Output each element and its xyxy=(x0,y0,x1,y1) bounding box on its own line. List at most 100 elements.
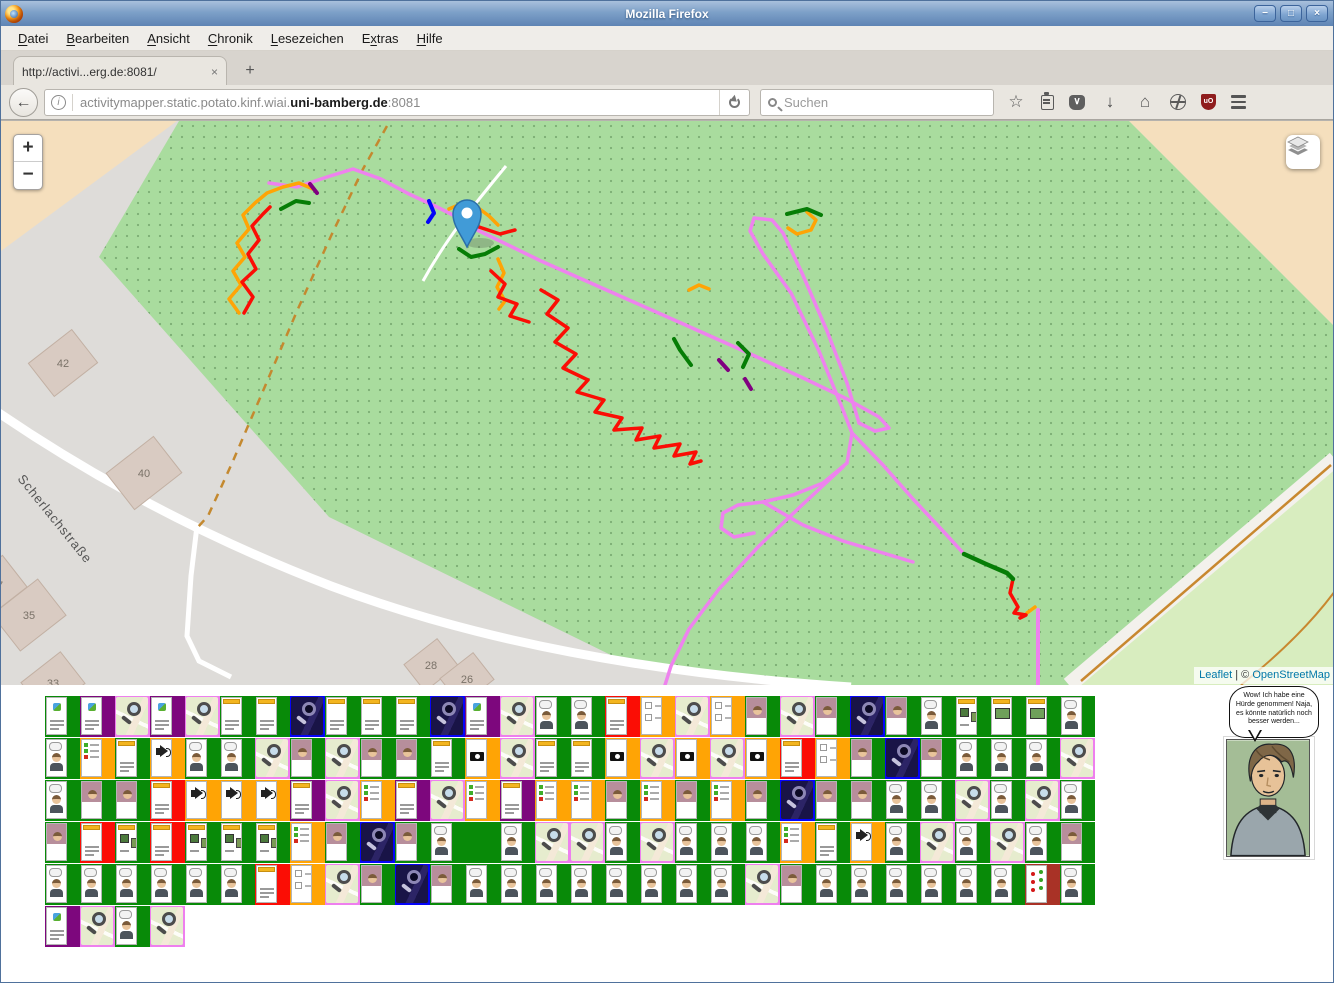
activity-tile-avatar-speech-bubble[interactable] xyxy=(605,864,640,905)
activity-tile-map-magnifier[interactable] xyxy=(570,822,605,863)
search-bar[interactable]: Suchen xyxy=(760,89,994,116)
activity-tile-yellow-header-page[interactable] xyxy=(220,696,255,737)
activity-tile-avatar-speech-bubble[interactable] xyxy=(990,780,1025,821)
activity-tile-form-wireframe[interactable] xyxy=(815,738,850,779)
activity-tile-avatar-speech-bubble[interactable] xyxy=(675,864,710,905)
activity-tile-avatar-speech-bubble[interactable] xyxy=(535,696,570,737)
activity-tile-checklist[interactable] xyxy=(710,780,745,821)
activity-tile-avatar-plain[interactable] xyxy=(290,738,325,779)
activity-tile-avatar-plain[interactable] xyxy=(745,696,780,737)
activity-tile-yellow-header-page[interactable] xyxy=(150,780,185,821)
activity-tile-yellow-header-page[interactable] xyxy=(780,738,815,779)
activity-tile-avatar-plain[interactable] xyxy=(675,780,710,821)
active-tab[interactable]: http://activi...erg.de:8081/ × xyxy=(13,56,227,86)
activity-tile-avatar-plain[interactable] xyxy=(815,780,850,821)
activity-tile-avatar-speech-bubble[interactable] xyxy=(1060,696,1095,737)
menu-extras[interactable]: Extras xyxy=(353,28,408,49)
activity-tile-avatar-plain[interactable] xyxy=(780,864,815,905)
activity-tile-info-page[interactable] xyxy=(150,696,185,737)
activity-tile-avatar-speech-bubble[interactable] xyxy=(815,864,850,905)
activity-tile-map-magnifier[interactable] xyxy=(115,696,150,737)
activity-tile-map-magnifier[interactable] xyxy=(990,822,1025,863)
activity-tile-map-magnifier[interactable] xyxy=(1060,738,1095,779)
activity-tile-avatar-speech-bubble[interactable] xyxy=(885,822,920,863)
activity-tile-photo-page[interactable] xyxy=(220,822,255,863)
activity-tile-avatar-speech-bubble[interactable] xyxy=(990,738,1025,779)
activity-tile-yellow-header-page[interactable] xyxy=(325,696,360,737)
activity-tile-avatar-speech-bubble[interactable] xyxy=(745,822,780,863)
activity-tile-avatar-plain[interactable] xyxy=(45,822,80,863)
activity-tile-avatar-speech-bubble[interactable] xyxy=(185,864,220,905)
activity-tile-photo-page[interactable] xyxy=(115,822,150,863)
activity-tile-map-magnifier[interactable] xyxy=(745,864,780,905)
pocket-icon[interactable]: ∨ xyxy=(1069,95,1085,110)
activity-tile-avatar-speech-bubble[interactable] xyxy=(45,864,80,905)
activity-tile-avatar-speech-bubble[interactable] xyxy=(1060,780,1095,821)
activity-tile-avatar-plain[interactable] xyxy=(605,780,640,821)
activity-tile-camera[interactable] xyxy=(675,738,710,779)
downloads-icon[interactable]: ↓ xyxy=(1100,92,1120,112)
activity-tile-avatar-speech-bubble[interactable] xyxy=(1025,738,1060,779)
activity-tile-avatar-speech-bubble[interactable] xyxy=(570,696,605,737)
activity-tile-map-magnifier[interactable] xyxy=(500,738,535,779)
activity-tile-dark-map-magnifier[interactable] xyxy=(885,738,920,779)
activity-tile-yellow-header-page[interactable] xyxy=(290,780,325,821)
activity-tile-avatar-plain[interactable] xyxy=(325,822,360,863)
activity-tile-photo-page[interactable] xyxy=(955,696,990,737)
zoom-out-button[interactable]: − xyxy=(14,162,42,189)
menu-datei[interactable]: Datei xyxy=(9,28,57,49)
activity-tile-avatar-speech-bubble[interactable] xyxy=(220,864,255,905)
activity-tile-avatar-plain[interactable] xyxy=(395,822,430,863)
activity-tile-map-magnifier[interactable] xyxy=(430,780,465,821)
zoom-in-button[interactable]: + xyxy=(14,135,42,162)
activity-tile-avatar-plain[interactable] xyxy=(360,738,395,779)
activity-tile-avatar-speech-bubble[interactable] xyxy=(500,822,535,863)
activity-tile-avatar-speech-bubble[interactable] xyxy=(605,822,640,863)
activity-tile-info-page[interactable] xyxy=(45,906,80,947)
activity-tile-yellow-header-page[interactable] xyxy=(80,822,115,863)
activity-tile-map-magnifier[interactable] xyxy=(325,738,360,779)
activity-tile-camera[interactable] xyxy=(605,738,640,779)
activity-tile-avatar-plain[interactable] xyxy=(850,780,885,821)
activity-tile-map-magnifier[interactable] xyxy=(675,696,710,737)
activity-tile-map-magnifier[interactable] xyxy=(185,696,220,737)
activity-tile-avatar-speech-bubble[interactable] xyxy=(920,780,955,821)
activity-tile-speaker[interactable] xyxy=(850,822,885,863)
activity-tile-avatar-plain[interactable] xyxy=(885,696,920,737)
activity-tile-avatar-speech-bubble[interactable] xyxy=(885,864,920,905)
activity-tile-avatar-plain[interactable] xyxy=(850,738,885,779)
activity-tile-photo-wide-page[interactable] xyxy=(990,696,1025,737)
activity-tile-yellow-header-page[interactable] xyxy=(255,696,290,737)
activity-tile-avatar-speech-bubble[interactable] xyxy=(920,864,955,905)
activity-tile-avatar-plain[interactable] xyxy=(395,738,430,779)
activity-tile-avatar-speech-bubble[interactable] xyxy=(710,864,745,905)
activity-tile-avatar-plain[interactable] xyxy=(745,780,780,821)
activity-tile-map-magnifier[interactable] xyxy=(1025,780,1060,821)
activity-tile-map-magnifier[interactable] xyxy=(710,738,745,779)
activity-tile-avatar-speech-bubble[interactable] xyxy=(115,906,150,947)
activity-tile-yellow-header-page[interactable] xyxy=(395,780,430,821)
leaflet-map[interactable]: 42403537332826 Scherlachstraße + − Leafl… xyxy=(1,120,1334,684)
activity-tile-avatar-plain[interactable] xyxy=(360,864,395,905)
activity-tile-empty[interactable] xyxy=(465,822,500,863)
activity-tile-info-page[interactable] xyxy=(465,696,500,737)
activity-tile-avatar-speech-bubble[interactable] xyxy=(640,864,675,905)
activity-tile-avatar-speech-bubble[interactable] xyxy=(45,738,80,779)
bookmark-star-icon[interactable]: ☆ xyxy=(1006,92,1026,112)
menu-chronik[interactable]: Chronik xyxy=(199,28,262,49)
activity-tile-checklist[interactable] xyxy=(465,780,500,821)
activity-tile-avatar-plain[interactable] xyxy=(430,864,465,905)
bookmarks-menu-icon[interactable] xyxy=(1041,95,1054,110)
activity-tile-dark-map-magnifier[interactable] xyxy=(395,864,430,905)
title-bar[interactable]: Mozilla Firefox − □ × xyxy=(1,1,1333,26)
activity-tile-info-page[interactable] xyxy=(80,696,115,737)
activity-tile-dark-map-magnifier[interactable] xyxy=(290,696,325,737)
activity-tile-photo-page[interactable] xyxy=(185,822,220,863)
activity-tile-avatar-speech-bubble[interactable] xyxy=(500,864,535,905)
activity-tile-checklist[interactable] xyxy=(360,780,395,821)
activity-tile-checklist[interactable] xyxy=(570,780,605,821)
activity-tile-avatar-speech-bubble[interactable] xyxy=(990,864,1025,905)
activity-tile-map-magnifier[interactable] xyxy=(255,738,290,779)
activity-tile-map-magnifier[interactable] xyxy=(955,780,990,821)
activity-tile-avatar-speech-bubble[interactable] xyxy=(885,780,920,821)
